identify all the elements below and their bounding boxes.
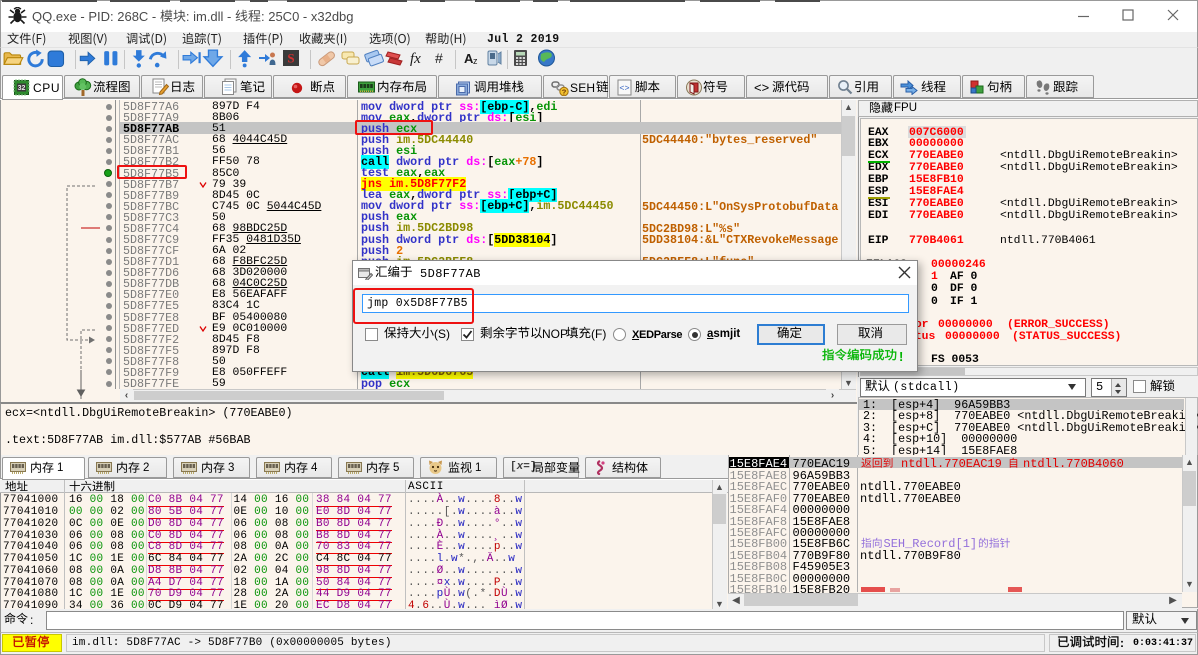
svg-text:<>: <> bbox=[619, 84, 629, 94]
svg-text:S: S bbox=[287, 51, 294, 66]
svg-text:fx: fx bbox=[410, 51, 421, 67]
svg-text:?: ? bbox=[562, 88, 567, 97]
svg-text:32: 32 bbox=[18, 85, 26, 92]
svg-text:z: z bbox=[473, 56, 478, 66]
svg-text:#: # bbox=[435, 50, 443, 66]
